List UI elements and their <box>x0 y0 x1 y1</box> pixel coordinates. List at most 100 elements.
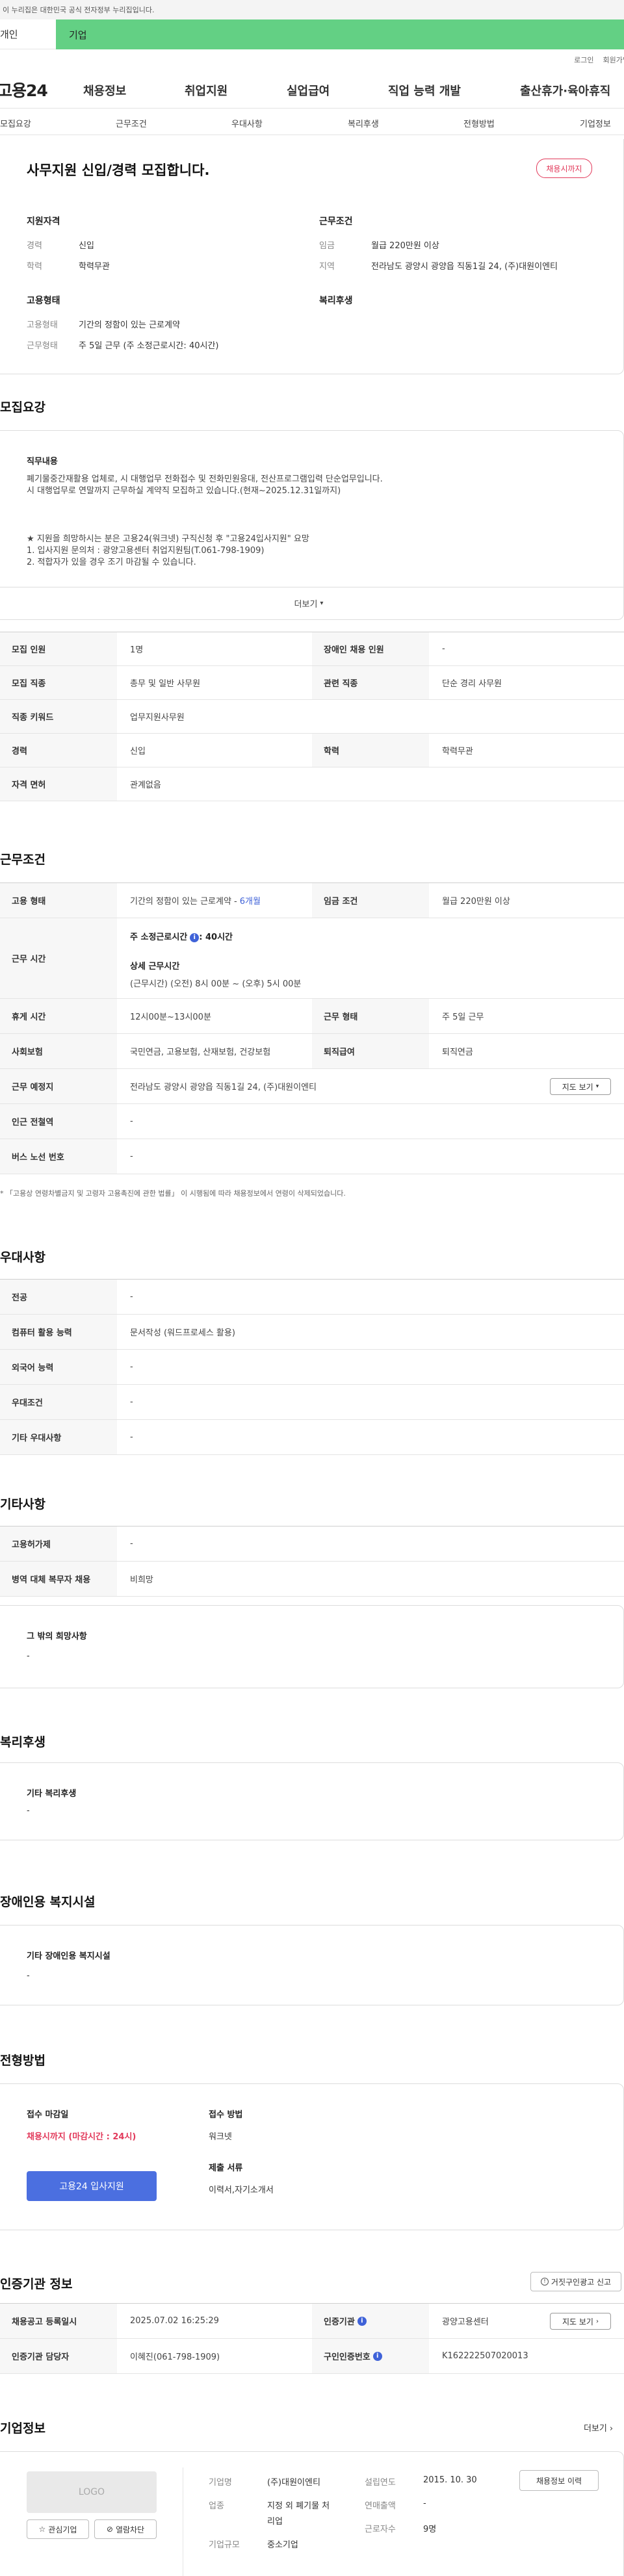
login-link[interactable]: 로그인 <box>574 55 593 68</box>
map-view-button[interactable]: 지도 보기 ▾ <box>550 1078 611 1095</box>
recruit-history-button[interactable]: 채용정보 이력 <box>519 2470 599 2491</box>
weekly-hours-value: : 40시간 <box>199 933 233 942</box>
company-sales-label: 연매출액 <box>365 2501 396 2511</box>
recruit-table: 모집 인원 1명 장애인 채용 인원 - 모집 직종 총무 및 일반 사무원 관련 직… <box>0 632 624 801</box>
tab-individual[interactable]: 개인 <box>0 19 56 49</box>
table-row: 인근 전철역 - <box>0 1104 624 1139</box>
duty-line: 1. 입사지원 문의처 : 광양고용센터 취업지원팀(T.061-798-190… <box>27 546 265 556</box>
table-cell: 신입 <box>130 747 146 756</box>
nav-job-info[interactable]: 채용정보 <box>83 82 126 99</box>
disab-heading: 장애인용 복지시설 <box>0 1895 96 1909</box>
utility-menu: 로그인 회원가입 <box>0 55 624 68</box>
tab-company[interactable]: 기업 <box>56 19 624 49</box>
disab-box-value: - <box>27 1971 30 1981</box>
block-view-button[interactable]: ⊘ 열람차단 <box>94 2519 157 2539</box>
nav-unemployment[interactable]: 실업급여 <box>287 82 330 99</box>
section-anchor-tabs: 모집요강 근무조건 우대사항 복리후생 전형방법 기업정보 <box>0 108 624 135</box>
duty-line: 시 대행업무로 연말까지 근무하실 계약직 모집하고 있습니다.(현재~2025… <box>27 486 341 496</box>
table-cell: - <box>130 1152 133 1161</box>
table-cell: 문서작성 (워드프로세스 활용) <box>130 1328 235 1338</box>
docs-value: 이력서,자기소개서 <box>209 2185 274 2195</box>
company-sales-value: - <box>423 2499 426 2508</box>
method-value: 워크넷 <box>209 2132 232 2142</box>
company-more-link[interactable]: 더보기 › <box>584 2421 613 2434</box>
emp-type-text: 기간의 정함이 있는 근로계약 - <box>130 897 237 907</box>
table-cell: 1명 <box>130 645 144 655</box>
nav-job-support[interactable]: 취업지원 <box>185 82 228 99</box>
apply-button[interactable]: 고용24 입사지원 <box>27 2171 157 2201</box>
table-header-cell: 장애인 채용 인원 <box>312 632 429 665</box>
table-header-cell: 관련 직종 <box>312 666 429 699</box>
duty-box: 직무내용 폐기물중간재활용 업체로, 시 대행업무 전화접수 및 전화민원응대,… <box>0 430 624 620</box>
more-button[interactable]: 더보기 ▾ <box>0 587 623 619</box>
edu-value: 학력무관 <box>79 262 110 272</box>
table-row: 우대조건 - <box>0 1385 624 1420</box>
nav-training[interactable]: 직업 능력 개발 <box>388 82 461 99</box>
company-year-value: 2015. 10. 30 <box>423 2475 477 2485</box>
disab-box-title: 기타 장애인용 복지시설 <box>27 1951 110 1961</box>
duty-line: ★ 지원을 희망하시는 분은 고용24(워크넷) 구직신청 후 "고용24입사지… <box>27 534 309 544</box>
company-size-label: 기업규모 <box>209 2540 240 2550</box>
table-cell: 광양고용센터 지도 보기 › <box>429 2304 624 2338</box>
site-logo[interactable]: 고용24 <box>0 78 48 101</box>
agency-value: 광양고용센터 <box>442 2317 489 2327</box>
info-icon[interactable]: i <box>372 2351 382 2361</box>
pref-table: 전공 - 컴퓨터 활용 능력 문서작성 (워드프로세스 활용) 외국어 능력 - 우대… <box>0 1279 624 1455</box>
table-header-cell: 경력 <box>0 734 117 767</box>
table-row: 근무 시간 주 소정근로시간 i: 40시간 상세 근무시간 (근무시간) (오전… <box>0 918 624 999</box>
info-icon[interactable]: i <box>357 2316 367 2326</box>
nav-leave[interactable]: 출산휴가·육아휴직 <box>520 82 610 99</box>
anchor-welfare[interactable]: 복리후생 <box>348 117 379 129</box>
table-row: 모집 직종 총무 및 일반 사무원 관련 직종 단순 경리 사무원 <box>0 666 624 700</box>
table-header-cell: 구인인증번호 i <box>312 2339 429 2373</box>
page: 이 누리집은 대한민국 공식 전자정부 누리집입니다. 개인 기업 로그인 회원… <box>0 0 624 2576</box>
qual-title: 지원자격 <box>27 216 60 227</box>
table-cell: 업무지원사무원 <box>130 713 185 723</box>
report-fake-ad-button[interactable]: ! 거짓구인광고 신고 <box>530 2272 621 2291</box>
table-row: 직종 키워드 업무지원사무원 <box>0 700 624 734</box>
anchor-recruit[interactable]: 모집요강 <box>0 117 31 129</box>
table-header-cell: 직종 키워드 <box>0 700 117 733</box>
table-header-cell: 병역 대체 복무자 채용 <box>0 1562 117 1596</box>
anchor-work[interactable]: 근무조건 <box>116 117 147 129</box>
deadline-label: 접수 마감일 <box>27 2110 69 2120</box>
anchor-company[interactable]: 기업정보 <box>580 117 611 129</box>
wage-label: 임금 <box>319 241 335 251</box>
table-cell: 기간의 정함이 있는 근로계약 -6개월 <box>117 883 312 918</box>
favorite-company-button[interactable]: ☆ 관심기업 <box>27 2519 89 2539</box>
table-cell: 퇴직연금 <box>442 1048 473 1057</box>
star-icon: ☆ <box>38 2525 46 2534</box>
agency-map-button[interactable]: 지도 보기 › <box>550 2313 611 2330</box>
table-row: 컴퓨터 활용 능력 문서작성 (워드프로세스 활용) <box>0 1315 624 1350</box>
place-value: 전라남도 광양시 광양읍 직동1길 24, (주)대원이엔티 <box>130 1083 317 1092</box>
emp-months: 6개월 <box>239 897 261 907</box>
etc-table: 고용허가제 - 병역 대체 복무자 채용 비희망 <box>0 1526 624 1597</box>
table-cell: 관계없음 <box>130 780 161 790</box>
company-size-value: 중소기업 <box>267 2540 298 2550</box>
welfare-heading: 복리후생 <box>0 1735 46 1749</box>
table-row: 사회보험 국민연금, 고용보험, 산재보험, 건강보험 퇴직급여 퇴직연금 <box>0 1034 624 1069</box>
table-header-cell: 모집 직종 <box>0 666 117 699</box>
work-type-label: 근무형태 <box>27 341 58 351</box>
info-icon[interactable]: i <box>190 933 200 942</box>
table-row: 고용허가제 - <box>0 1526 624 1562</box>
company-more-label: 더보기 <box>584 2424 607 2434</box>
company-year-label: 설립연도 <box>365 2478 396 2488</box>
deadline-badge: 채용시까지 <box>536 159 592 178</box>
table-cell: - <box>130 1116 133 1126</box>
agency-heading: 인증기관 정보 <box>0 2277 73 2291</box>
wish-title: 그 밖의 희망사항 <box>27 1632 87 1642</box>
company-name-value: (주)대원이엔티 <box>267 2478 320 2488</box>
work-table: 고용 형태 기간의 정함이 있는 근로계약 -6개월 임금 조건 월급 220만… <box>0 882 624 1174</box>
table-cell: 이혜진(061-798-1909) <box>130 2352 220 2362</box>
welfare-title: 복리후생 <box>319 296 353 306</box>
table-header-cell: 기타 우대사항 <box>0 1420 117 1454</box>
table-cell: - <box>130 1539 133 1549</box>
table-cell: 주 5일 근무 <box>442 1012 484 1022</box>
welfare-box: 기타 복리후생 - <box>0 1762 624 1840</box>
anchor-select[interactable]: 전형방법 <box>463 117 495 129</box>
anchor-pref[interactable]: 우대사항 <box>231 117 263 129</box>
company-emp-value: 9명 <box>423 2525 437 2534</box>
join-link[interactable]: 회원가입 <box>603 55 624 68</box>
table-cell: - <box>130 1292 133 1302</box>
